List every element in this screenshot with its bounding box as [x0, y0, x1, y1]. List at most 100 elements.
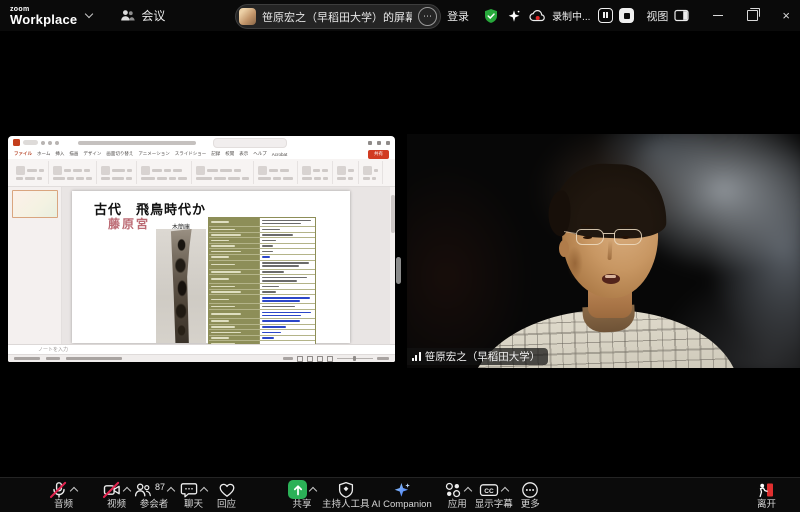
- chevron-up-icon[interactable]: [464, 487, 472, 495]
- ai-sparkle-status-icon[interactable]: [507, 9, 521, 23]
- ppt-tab-7[interactable]: スライドショー: [175, 151, 207, 157]
- ppt-search-box[interactable]: [213, 138, 287, 148]
- chevron-up-icon[interactable]: [123, 487, 131, 495]
- status-slide-counter: [14, 357, 40, 360]
- ppt-vertical-scrollbar[interactable]: [390, 187, 395, 345]
- ppt-tab-10[interactable]: 表示: [239, 151, 248, 157]
- shared-screen-powerpoint-window: ファイルホーム挿入描画デザイン画面切り替えアニメーションスライドショー記録校閲表…: [8, 136, 395, 362]
- ppt-tab-3[interactable]: 描画: [69, 151, 78, 157]
- tablet-ink-characters: [167, 229, 195, 343]
- ribbon-group[interactable]: [254, 161, 298, 184]
- ribbon-group[interactable]: [298, 161, 333, 184]
- login-button[interactable]: 登录: [447, 8, 469, 24]
- reactions-label: 回应: [217, 500, 236, 510]
- window-restore-button[interactable]: [747, 10, 758, 21]
- audio-label: 音频: [54, 500, 73, 510]
- toolbar-item-audio[interactable]: 音频: [50, 478, 77, 512]
- leave-door-icon: [757, 481, 775, 499]
- window-close-button[interactable]: ×: [782, 9, 790, 22]
- current-slide[interactable]: 古代 飛鳥時代か 藤原宮 木簡庫: [72, 191, 350, 343]
- ppt-tab-2[interactable]: 挿入: [55, 151, 64, 157]
- chevron-up-icon[interactable]: [70, 487, 78, 495]
- ppt-window-controls[interactable]: [368, 141, 390, 145]
- toolbar-item-apps[interactable]: 应用: [444, 478, 471, 512]
- ai-companion-label: AI Companion: [372, 500, 432, 510]
- chat-bubble-icon: [180, 481, 198, 499]
- ppt-tab-8[interactable]: 記録: [211, 151, 220, 157]
- chevron-up-icon[interactable]: [200, 487, 208, 495]
- ppt-ribbon-content: [8, 159, 395, 187]
- view-layout-icon[interactable]: [674, 9, 689, 22]
- ppt-tab-0[interactable]: ファイル: [14, 151, 32, 157]
- ppt-tab-6[interactable]: アニメーション: [138, 151, 169, 157]
- workspace-chevron-down-icon[interactable]: [85, 10, 93, 18]
- top-bar-right-cluster: 登录 录制中... 视图 ×: [447, 8, 790, 24]
- toolbar-item-leave[interactable]: 离开: [757, 478, 776, 512]
- pause-recording-button[interactable]: [598, 8, 613, 23]
- undo-icon[interactable]: [48, 141, 52, 145]
- ribbon-group[interactable]: [359, 161, 383, 184]
- ribbon-group[interactable]: [137, 161, 191, 184]
- presenter-share-label: 笹原宏之（早稻田大学）的屏幕: [262, 9, 412, 25]
- ppt-tab-1[interactable]: ホーム: [37, 151, 50, 157]
- ppt-notes-bar[interactable]: ノートを入力: [8, 344, 395, 354]
- more-label: 更多: [521, 500, 540, 510]
- ribbon-group[interactable]: [192, 161, 255, 184]
- status-language: [46, 357, 60, 360]
- slide-thumbnail[interactable]: [12, 190, 58, 218]
- toolbar-item-share[interactable]: 共享: [288, 478, 316, 512]
- ribbon-group[interactable]: [49, 161, 97, 184]
- stop-recording-button[interactable]: [619, 8, 634, 23]
- participant-video-tile[interactable]: 笹原宏之（早稻田大学）: [407, 134, 800, 368]
- autosave-toggle[interactable]: [23, 140, 38, 145]
- more-ellipsis-icon: [521, 481, 539, 499]
- pane-resize-handle[interactable]: [396, 257, 401, 284]
- participants-label: 参会者: [140, 500, 169, 510]
- toolbar-item-ai-companion[interactable]: AI Companion: [372, 478, 432, 512]
- ribbon-group[interactable]: [12, 161, 49, 184]
- toolbar-item-reactions[interactable]: 回应: [217, 478, 236, 512]
- screen-share-banner[interactable]: 笹原宏之（早稻田大学）的屏幕 ⋯: [235, 4, 441, 29]
- ribbon-group[interactable]: [333, 161, 359, 184]
- top-bar: zoom Workplace 会议 笹原宏之（早稻田大学）的屏幕 ⋯ 登录: [0, 0, 800, 31]
- table-row: [209, 261, 315, 270]
- ppt-slide-thumbnails-pane[interactable]: [8, 187, 62, 345]
- wooden-tablet-photo: [156, 229, 206, 343]
- ribbon-group[interactable]: [97, 161, 137, 184]
- chevron-up-icon[interactable]: [309, 487, 317, 495]
- ppt-tab-11[interactable]: ヘルプ: [253, 151, 267, 157]
- chevron-up-icon[interactable]: [501, 487, 509, 495]
- view-button[interactable]: 视图: [646, 8, 668, 24]
- face-shading: [567, 246, 583, 280]
- security-shield-icon[interactable]: [483, 8, 499, 24]
- ppt-tab-12[interactable]: Acrobat: [272, 152, 288, 157]
- connection-signal-icon: [412, 352, 421, 361]
- toolbar-item-video[interactable]: 视频: [103, 478, 130, 512]
- tab-meeting[interactable]: 会议: [120, 7, 165, 24]
- ppt-ribbon-tabs: ファイルホーム挿入描画デザイン画面切り替えアニメーションスライドショー記録校閲表…: [8, 149, 395, 159]
- captions-label: 显示字幕: [475, 500, 513, 510]
- meeting-toolbar: 音频 视频87参会者聊天回应 共享主持人工具AI Companion 应用CC显示字幕…: [0, 477, 800, 512]
- save-icon[interactable]: [41, 141, 45, 145]
- share-screen-icon: [288, 480, 307, 499]
- status-zoom-controls[interactable]: [283, 356, 389, 362]
- redo-icon[interactable]: [55, 141, 59, 145]
- share-banner-more-button[interactable]: ⋯: [418, 7, 437, 26]
- chevron-up-icon[interactable]: [167, 487, 175, 495]
- meeting-people-icon: [120, 8, 135, 23]
- ppt-tab-4[interactable]: デザイン: [83, 151, 101, 157]
- slide-subtitle: 藤原宮: [108, 215, 150, 232]
- toolbar-item-host-tools[interactable]: 主持人工具: [322, 478, 370, 512]
- window-minimize-button[interactable]: [713, 15, 723, 16]
- table-row: [209, 310, 315, 319]
- ppt-body: 古代 飛鳥時代か 藤原宮 木簡庫: [8, 187, 395, 345]
- toolbar-item-captions[interactable]: CC显示字幕: [475, 478, 513, 512]
- ppt-tab-5[interactable]: 画面切り替え: [106, 151, 133, 157]
- table-row: [209, 275, 315, 284]
- cloud-recording-icon: [529, 9, 546, 23]
- ppt-share-button[interactable]: 共有: [368, 150, 389, 159]
- toolbar-item-participants[interactable]: 87参会者: [134, 478, 174, 512]
- ppt-tab-9[interactable]: 校閲: [225, 151, 234, 157]
- toolbar-item-chat[interactable]: 聊天: [180, 478, 207, 512]
- toolbar-item-more[interactable]: 更多: [521, 478, 540, 512]
